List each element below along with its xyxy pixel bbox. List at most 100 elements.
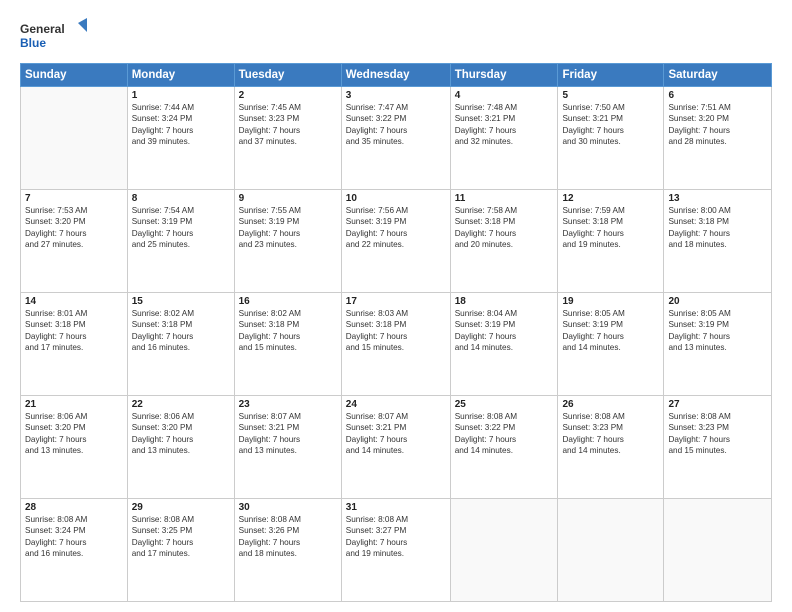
calendar-table: SundayMondayTuesdayWednesdayThursdayFrid… <box>20 63 772 602</box>
day-header-sunday: Sunday <box>21 64 128 87</box>
calendar-cell: 6Sunrise: 7:51 AM Sunset: 3:20 PM Daylig… <box>664 87 772 190</box>
day-info: Sunrise: 8:08 AM Sunset: 3:27 PM Dayligh… <box>346 514 446 560</box>
calendar-cell: 9Sunrise: 7:55 AM Sunset: 3:19 PM Daylig… <box>234 190 341 293</box>
day-number: 3 <box>346 90 446 101</box>
day-number: 9 <box>239 193 337 204</box>
day-info: Sunrise: 7:44 AM Sunset: 3:24 PM Dayligh… <box>132 102 230 148</box>
day-info: Sunrise: 8:01 AM Sunset: 3:18 PM Dayligh… <box>25 308 123 354</box>
day-info: Sunrise: 8:03 AM Sunset: 3:18 PM Dayligh… <box>346 308 446 354</box>
day-info: Sunrise: 8:08 AM Sunset: 3:23 PM Dayligh… <box>562 411 659 457</box>
calendar-cell: 3Sunrise: 7:47 AM Sunset: 3:22 PM Daylig… <box>341 87 450 190</box>
calendar-cell: 22Sunrise: 8:06 AM Sunset: 3:20 PM Dayli… <box>127 396 234 499</box>
day-number: 10 <box>346 193 446 204</box>
day-info: Sunrise: 7:56 AM Sunset: 3:19 PM Dayligh… <box>346 205 446 251</box>
day-number: 30 <box>239 502 337 513</box>
week-row-4: 21Sunrise: 8:06 AM Sunset: 3:20 PM Dayli… <box>21 396 772 499</box>
day-info: Sunrise: 8:04 AM Sunset: 3:19 PM Dayligh… <box>455 308 554 354</box>
calendar-cell: 4Sunrise: 7:48 AM Sunset: 3:21 PM Daylig… <box>450 87 558 190</box>
calendar-page: General Blue SundayMondayTuesdayWednesda… <box>0 0 792 612</box>
day-number: 23 <box>239 399 337 410</box>
day-info: Sunrise: 8:08 AM Sunset: 3:25 PM Dayligh… <box>132 514 230 560</box>
week-row-3: 14Sunrise: 8:01 AM Sunset: 3:18 PM Dayli… <box>21 293 772 396</box>
calendar-cell <box>558 499 664 602</box>
day-info: Sunrise: 8:06 AM Sunset: 3:20 PM Dayligh… <box>25 411 123 457</box>
calendar-cell: 31Sunrise: 8:08 AM Sunset: 3:27 PM Dayli… <box>341 499 450 602</box>
calendar-cell: 26Sunrise: 8:08 AM Sunset: 3:23 PM Dayli… <box>558 396 664 499</box>
day-number: 13 <box>668 193 767 204</box>
day-header-tuesday: Tuesday <box>234 64 341 87</box>
day-header-saturday: Saturday <box>664 64 772 87</box>
day-header-wednesday: Wednesday <box>341 64 450 87</box>
calendar-cell: 7Sunrise: 7:53 AM Sunset: 3:20 PM Daylig… <box>21 190 128 293</box>
day-header-monday: Monday <box>127 64 234 87</box>
calendar-cell: 16Sunrise: 8:02 AM Sunset: 3:18 PM Dayli… <box>234 293 341 396</box>
day-info: Sunrise: 8:08 AM Sunset: 3:24 PM Dayligh… <box>25 514 123 560</box>
week-row-1: 1Sunrise: 7:44 AM Sunset: 3:24 PM Daylig… <box>21 87 772 190</box>
day-number: 31 <box>346 502 446 513</box>
day-info: Sunrise: 7:54 AM Sunset: 3:19 PM Dayligh… <box>132 205 230 251</box>
header: General Blue <box>20 18 772 53</box>
calendar-cell: 17Sunrise: 8:03 AM Sunset: 3:18 PM Dayli… <box>341 293 450 396</box>
calendar-cell: 11Sunrise: 7:58 AM Sunset: 3:18 PM Dayli… <box>450 190 558 293</box>
day-info: Sunrise: 8:02 AM Sunset: 3:18 PM Dayligh… <box>239 308 337 354</box>
day-info: Sunrise: 8:08 AM Sunset: 3:23 PM Dayligh… <box>668 411 767 457</box>
calendar-cell: 1Sunrise: 7:44 AM Sunset: 3:24 PM Daylig… <box>127 87 234 190</box>
day-info: Sunrise: 8:07 AM Sunset: 3:21 PM Dayligh… <box>239 411 337 457</box>
calendar-cell: 13Sunrise: 8:00 AM Sunset: 3:18 PM Dayli… <box>664 190 772 293</box>
day-info: Sunrise: 7:59 AM Sunset: 3:18 PM Dayligh… <box>562 205 659 251</box>
day-number: 7 <box>25 193 123 204</box>
day-number: 27 <box>668 399 767 410</box>
calendar-cell: 28Sunrise: 8:08 AM Sunset: 3:24 PM Dayli… <box>21 499 128 602</box>
day-info: Sunrise: 7:53 AM Sunset: 3:20 PM Dayligh… <box>25 205 123 251</box>
calendar-cell: 24Sunrise: 8:07 AM Sunset: 3:21 PM Dayli… <box>341 396 450 499</box>
calendar-cell: 18Sunrise: 8:04 AM Sunset: 3:19 PM Dayli… <box>450 293 558 396</box>
calendar-cell: 20Sunrise: 8:05 AM Sunset: 3:19 PM Dayli… <box>664 293 772 396</box>
day-number: 15 <box>132 296 230 307</box>
day-info: Sunrise: 7:50 AM Sunset: 3:21 PM Dayligh… <box>562 102 659 148</box>
calendar-cell: 30Sunrise: 8:08 AM Sunset: 3:26 PM Dayli… <box>234 499 341 602</box>
day-number: 17 <box>346 296 446 307</box>
week-row-5: 28Sunrise: 8:08 AM Sunset: 3:24 PM Dayli… <box>21 499 772 602</box>
calendar-cell: 19Sunrise: 8:05 AM Sunset: 3:19 PM Dayli… <box>558 293 664 396</box>
day-number: 4 <box>455 90 554 101</box>
day-info: Sunrise: 7:51 AM Sunset: 3:20 PM Dayligh… <box>668 102 767 148</box>
day-number: 26 <box>562 399 659 410</box>
day-number: 2 <box>239 90 337 101</box>
week-row-2: 7Sunrise: 7:53 AM Sunset: 3:20 PM Daylig… <box>21 190 772 293</box>
calendar-cell <box>21 87 128 190</box>
day-header-friday: Friday <box>558 64 664 87</box>
svg-text:General: General <box>20 22 65 36</box>
day-number: 16 <box>239 296 337 307</box>
day-info: Sunrise: 7:55 AM Sunset: 3:19 PM Dayligh… <box>239 205 337 251</box>
day-number: 29 <box>132 502 230 513</box>
day-number: 20 <box>668 296 767 307</box>
days-header-row: SundayMondayTuesdayWednesdayThursdayFrid… <box>21 64 772 87</box>
calendar-cell: 2Sunrise: 7:45 AM Sunset: 3:23 PM Daylig… <box>234 87 341 190</box>
day-number: 5 <box>562 90 659 101</box>
day-info: Sunrise: 8:08 AM Sunset: 3:26 PM Dayligh… <box>239 514 337 560</box>
logo: General Blue <box>20 18 90 53</box>
day-number: 21 <box>25 399 123 410</box>
logo-svg: General Blue <box>20 18 90 53</box>
calendar-cell <box>450 499 558 602</box>
calendar-cell: 25Sunrise: 8:08 AM Sunset: 3:22 PM Dayli… <box>450 396 558 499</box>
day-header-thursday: Thursday <box>450 64 558 87</box>
day-info: Sunrise: 8:06 AM Sunset: 3:20 PM Dayligh… <box>132 411 230 457</box>
calendar-cell: 5Sunrise: 7:50 AM Sunset: 3:21 PM Daylig… <box>558 87 664 190</box>
day-number: 18 <box>455 296 554 307</box>
calendar-cell: 29Sunrise: 8:08 AM Sunset: 3:25 PM Dayli… <box>127 499 234 602</box>
day-info: Sunrise: 8:00 AM Sunset: 3:18 PM Dayligh… <box>668 205 767 251</box>
day-info: Sunrise: 8:02 AM Sunset: 3:18 PM Dayligh… <box>132 308 230 354</box>
day-number: 22 <box>132 399 230 410</box>
day-info: Sunrise: 8:07 AM Sunset: 3:21 PM Dayligh… <box>346 411 446 457</box>
day-number: 28 <box>25 502 123 513</box>
calendar-cell: 15Sunrise: 8:02 AM Sunset: 3:18 PM Dayli… <box>127 293 234 396</box>
svg-text:Blue: Blue <box>20 36 46 50</box>
day-number: 1 <box>132 90 230 101</box>
day-number: 11 <box>455 193 554 204</box>
day-number: 14 <box>25 296 123 307</box>
day-info: Sunrise: 8:05 AM Sunset: 3:19 PM Dayligh… <box>562 308 659 354</box>
day-info: Sunrise: 8:05 AM Sunset: 3:19 PM Dayligh… <box>668 308 767 354</box>
day-number: 12 <box>562 193 659 204</box>
day-number: 25 <box>455 399 554 410</box>
